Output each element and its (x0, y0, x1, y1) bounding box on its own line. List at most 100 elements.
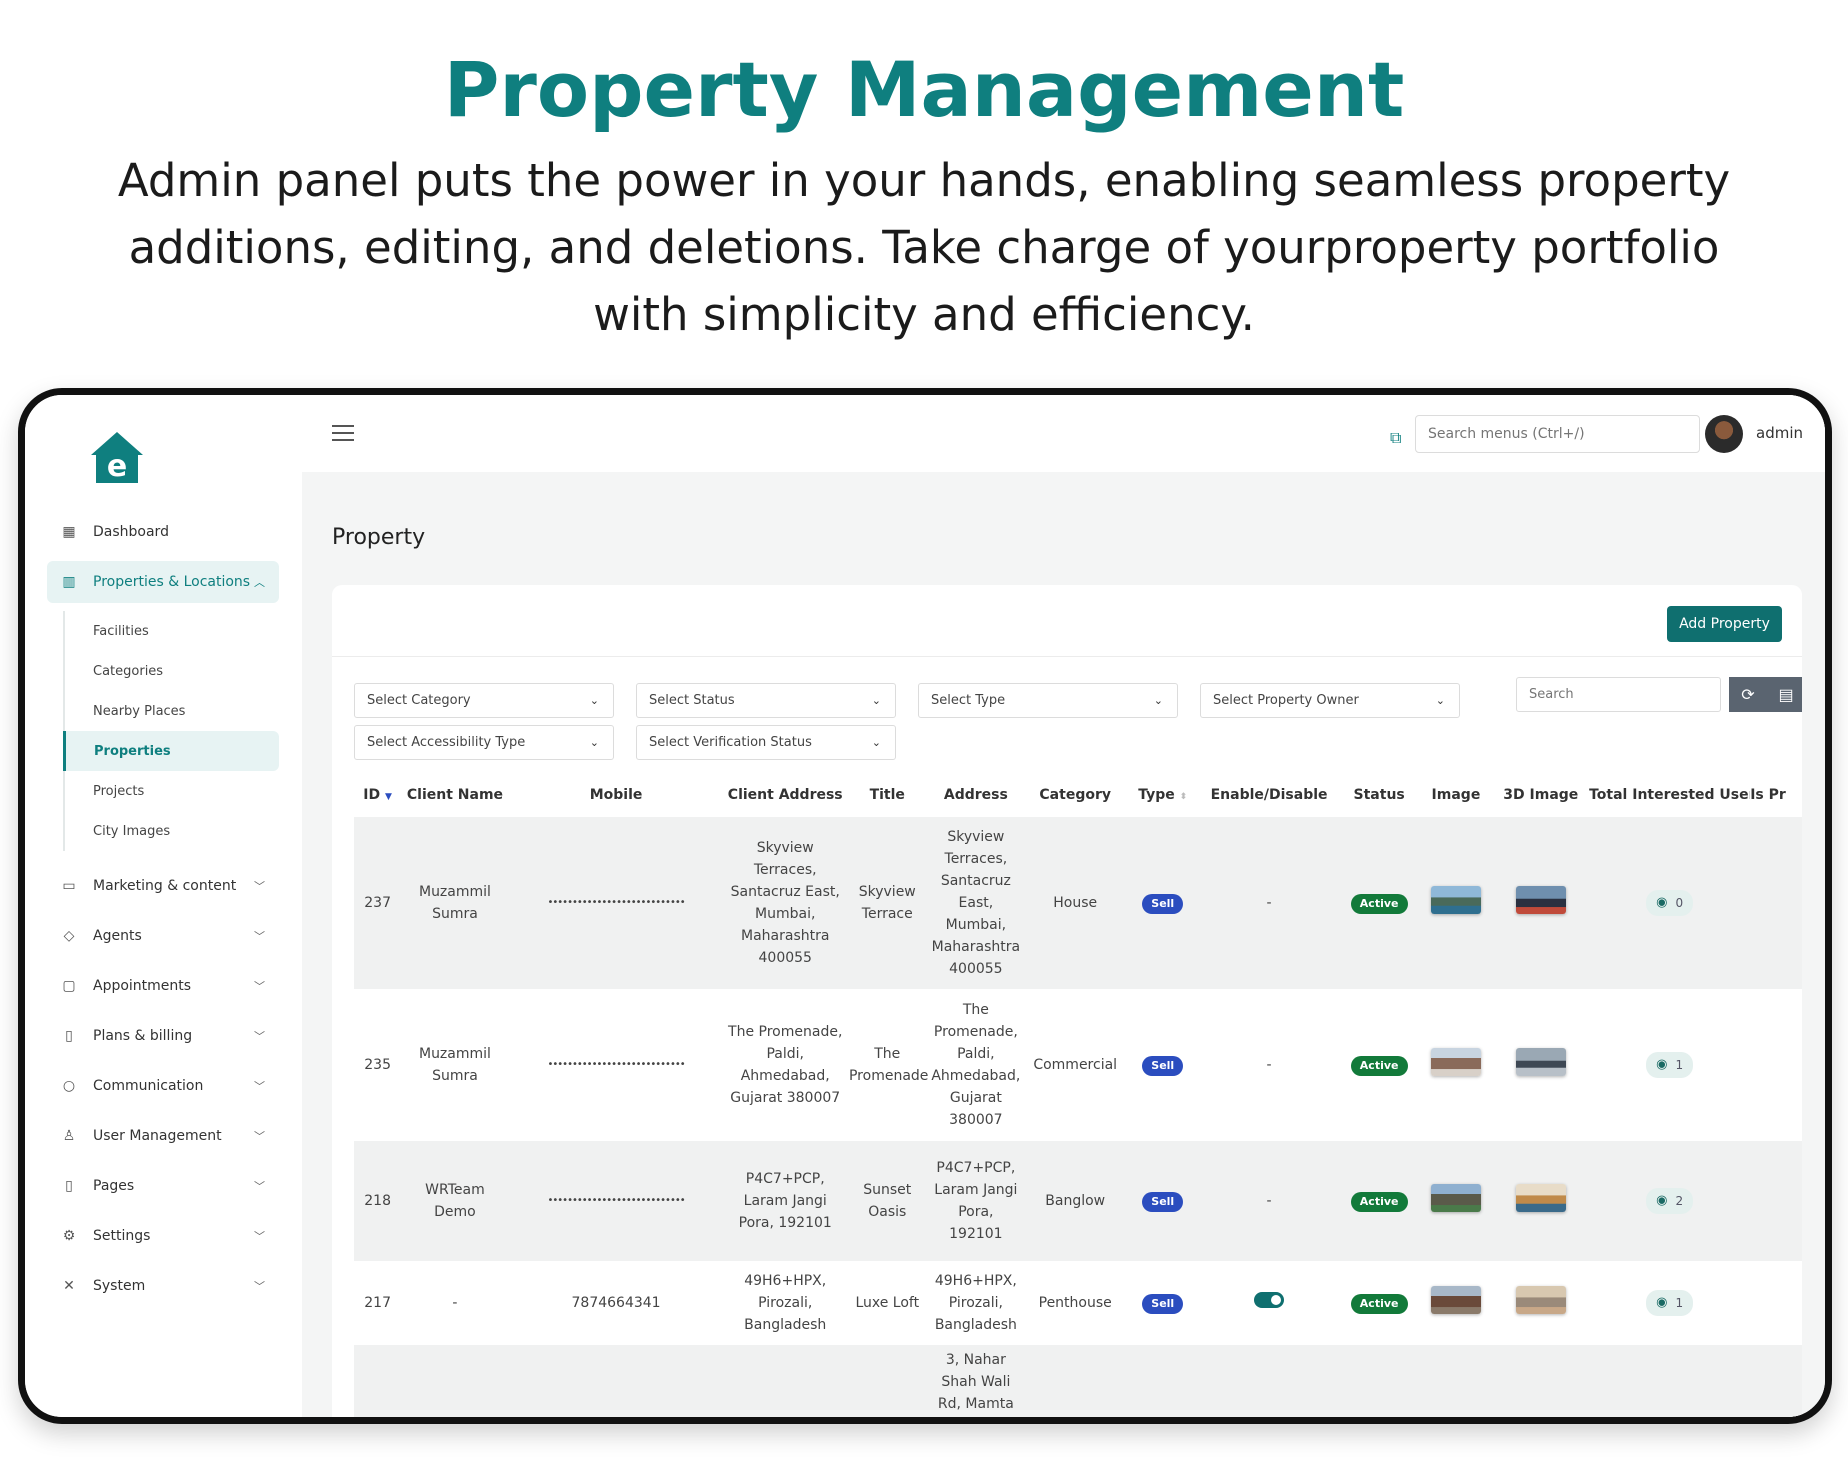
col-id[interactable]: ID ▼ (354, 773, 402, 817)
table-header-row: ID ▼ Client Name Mobile Client Address T… (354, 773, 1802, 817)
search-menus-input[interactable] (1415, 415, 1700, 453)
eye-icon: ◉ (1656, 1057, 1668, 1072)
columns-button[interactable]: ▤ (1767, 677, 1802, 712)
sidebar-item-plans-billing[interactable]: ▯ Plans & billing ﹀ (47, 1015, 279, 1057)
sidebar-item-label: Dashboard (93, 524, 169, 540)
col-type[interactable]: Type ⬍ (1126, 773, 1200, 817)
sort-desc-icon: ▼ (385, 792, 392, 802)
table-row[interactable]: 235 Muzammil Sumra •••••••••••••••••••••… (354, 989, 1802, 1141)
chevron-down-icon: ⌄ (871, 736, 881, 749)
status-badge: Active (1350, 1294, 1408, 1314)
property-owner-select[interactable]: Select Property Owner ⌄ (1200, 683, 1460, 718)
eye-icon: ◉ (1656, 895, 1668, 910)
accessibility-select[interactable]: Select Accessibility Type ⌄ (354, 725, 614, 760)
category-select-value: Select Category (367, 693, 471, 708)
sidebar-item-label: Plans & billing (93, 1028, 193, 1044)
chevron-down-icon: ﹀ (254, 1280, 265, 1293)
sidebar-item-marketing[interactable]: ▭ Marketing & content ﹀ (47, 865, 279, 907)
sidebar-item-communication[interactable]: ○ Communication ﹀ (47, 1065, 279, 1107)
table-row[interactable]: 218 WRTeam Demo ••••••••••••••••••••••••… (354, 1141, 1802, 1261)
user-icon: ♙ (62, 1128, 76, 1144)
sidebar-subitem-properties[interactable]: Properties (63, 731, 279, 771)
main-content: ⧉ admin Property Add Property Select Cat… (302, 395, 1825, 1417)
verification-select[interactable]: Select Verification Status ⌄ (636, 725, 896, 760)
col-mobile[interactable]: Mobile (508, 773, 724, 817)
enable-toggle[interactable] (1254, 1291, 1285, 1308)
sidebar-subitem-nearby-places[interactable]: Nearby Places (65, 691, 279, 731)
status-badge: Active (1350, 894, 1408, 914)
sidebar-item-system[interactable]: ✕ System ﹀ (47, 1265, 279, 1307)
refresh-button[interactable]: ⟳ (1729, 677, 1767, 712)
col-category[interactable]: Category (1024, 773, 1127, 817)
col-image[interactable]: Image (1419, 773, 1493, 817)
property-3d-image[interactable] (1515, 1285, 1566, 1314)
owner-select-value: Select Property Owner (1213, 693, 1359, 708)
sidebar-nav: ▦ Dashboard ▥ Properties & Locations ︿ F… (47, 511, 279, 1315)
add-property-button[interactable]: Add Property (1667, 606, 1782, 642)
status-select[interactable]: Select Status ⌄ (636, 683, 896, 718)
avatar[interactable] (1705, 415, 1743, 453)
interested-users-badge[interactable]: ◉ 1 (1646, 1290, 1694, 1316)
col-client-address[interactable]: Client Address (723, 773, 847, 817)
type-badge: Sell (1142, 894, 1184, 914)
category-select[interactable]: Select Category ⌄ (354, 683, 614, 718)
type-badge: Sell (1142, 1192, 1184, 1212)
col-title[interactable]: Title (846, 773, 928, 817)
property-3d-image[interactable] (1515, 1183, 1566, 1212)
col-client-name[interactable]: Client Name (401, 773, 509, 817)
chevron-down-icon: ﹀ (254, 980, 265, 993)
sidebar-item-label: Agents (93, 928, 142, 944)
verification-select-value: Select Verification Status (649, 735, 812, 750)
sidebar-item-label: Pages (93, 1178, 135, 1194)
chevron-down-icon: ⌄ (871, 694, 881, 707)
interested-users-badge[interactable]: ◉ 1 (1646, 1052, 1694, 1078)
chevron-down-icon: ﹀ (254, 1130, 265, 1143)
property-image[interactable] (1430, 1183, 1481, 1212)
type-badge: Sell (1142, 1056, 1184, 1076)
sort-icon: ⬍ (1179, 792, 1188, 802)
col-address[interactable]: Address (927, 773, 1025, 817)
user-name[interactable]: admin (1756, 424, 1803, 442)
col-3d-image[interactable]: 3D Image (1492, 773, 1590, 817)
type-select[interactable]: Select Type ⌄ (918, 683, 1178, 718)
page-title: Property (332, 525, 426, 550)
sidebar-item-label: System (93, 1278, 146, 1294)
table-row[interactable]: 217 - 7874664341 49H6+HPX, Pirozali, Ban… (354, 1261, 1802, 1345)
sidebar-item-user-management[interactable]: ♙ User Management ﹀ (47, 1115, 279, 1157)
table-row[interactable]: 237 Muzammil Sumra •••••••••••••••••••••… (354, 817, 1802, 989)
menu-icon[interactable] (332, 425, 354, 443)
sidebar-subitem-categories[interactable]: Categories (65, 651, 279, 691)
refresh-icon: ⟳ (1741, 686, 1755, 704)
sidebar-item-agents[interactable]: ◇ Agents ﹀ (47, 915, 279, 957)
property-image[interactable] (1430, 885, 1481, 914)
sidebar-subitem-city-images[interactable]: City Images (65, 811, 279, 851)
col-is-premium[interactable]: Is Pr (1750, 773, 1802, 817)
chevron-down-icon: ﹀ (254, 1080, 265, 1093)
col-total-interested-users[interactable]: Total Interested Users (1589, 773, 1751, 817)
chevron-down-icon: ﹀ (254, 880, 265, 893)
property-image[interactable] (1430, 1047, 1481, 1076)
chevron-down-icon: ⌄ (589, 694, 599, 707)
interested-users-badge[interactable]: ◉ 0 (1646, 890, 1694, 916)
sidebar-item-label: User Management (93, 1128, 222, 1144)
app-logo-icon[interactable]: e (88, 429, 146, 487)
sidebar-subitem-projects[interactable]: Projects (65, 771, 279, 811)
hero-title: Property Management (443, 45, 1405, 134)
property-image[interactable] (1430, 1285, 1481, 1314)
sidebar-item-settings[interactable]: ⚙ Settings ﹀ (47, 1215, 279, 1257)
sidebar-item-dashboard[interactable]: ▦ Dashboard (47, 511, 279, 553)
sidebar-subitem-facilities[interactable]: Facilities (65, 611, 279, 651)
col-status[interactable]: Status (1338, 773, 1420, 817)
col-enable-disable[interactable]: Enable/Disable (1199, 773, 1339, 817)
interested-users-badge[interactable]: ◉ 2 (1646, 1188, 1694, 1214)
table-search-input[interactable] (1516, 677, 1721, 712)
table-row[interactable]: 3, Nahar Shah 3, Nahar Shah Wali Rd, Mam… (354, 1345, 1802, 1417)
property-card: Add Property Select Category ⌄ Select St… (332, 585, 1802, 1417)
sidebar-item-label: Communication (93, 1078, 204, 1094)
sidebar-item-appointments[interactable]: ▢ Appointments ﹀ (47, 965, 279, 1007)
sidebar-item-pages[interactable]: ▯ Pages ﹀ (47, 1165, 279, 1207)
translate-icon[interactable]: ⧉ (1390, 428, 1410, 448)
sidebar-item-properties-locations[interactable]: ▥ Properties & Locations ︿ (47, 561, 279, 603)
property-3d-image[interactable] (1515, 1047, 1566, 1076)
property-3d-image[interactable] (1515, 885, 1566, 914)
